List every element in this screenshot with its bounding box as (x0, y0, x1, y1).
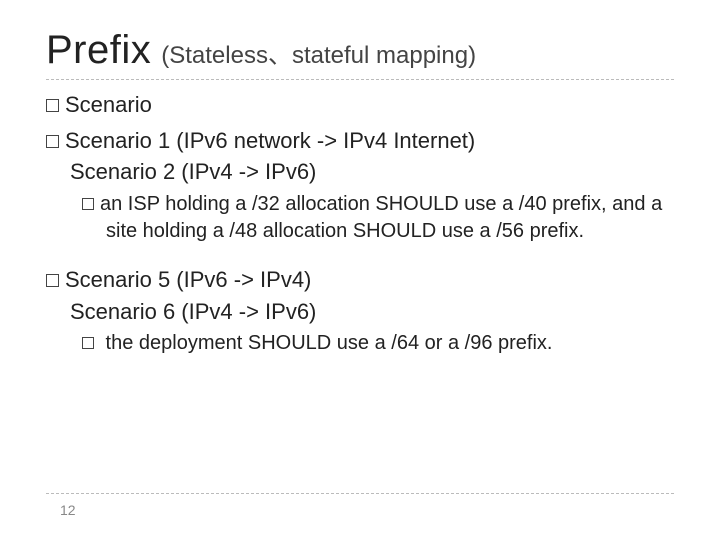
sub-bullet-text: an ISP holding a /32 allocation SHOULD u… (100, 193, 662, 242)
bullet-scenario: Scenario (46, 90, 674, 120)
bullet-box-icon (82, 198, 94, 210)
page-number: 12 (60, 502, 76, 518)
content: Scenario Scenario 1 (IPv6 network -> IPv… (46, 90, 674, 357)
bullet-scenario-2: Scenario 2 (IPv4 -> IPv6) (46, 157, 674, 187)
bullet-text: Scenario 1 (IPv6 network -> IPv4 Interne… (65, 128, 475, 153)
sub-bullet-text: the deployment SHOULD use a /64 or a /96… (100, 332, 552, 354)
bullet-scenario-6: Scenario 6 (IPv4 -> IPv6) (46, 297, 674, 327)
bullet-box-icon (46, 135, 59, 148)
bullet-box-icon (46, 99, 59, 112)
title-sub: (Stateless、stateful mapping) (161, 35, 476, 70)
bullet-text: Scenario 5 (IPv6 -> IPv4) (65, 267, 311, 292)
title-main: Prefix (46, 28, 151, 73)
bullet-text: Scenario 2 (IPv4 -> IPv6) (70, 159, 316, 184)
bullet-box-icon (46, 274, 59, 287)
sub-bullet-isp: an ISP holding a /32 allocation SHOULD u… (46, 191, 674, 245)
bullet-box-icon (82, 337, 94, 349)
bullet-text: Scenario (65, 92, 152, 117)
slide: Prefix (Stateless、stateful mapping) Scen… (0, 0, 720, 540)
title-row: Prefix (Stateless、stateful mapping) (46, 28, 674, 73)
footer-divider (46, 493, 674, 494)
bullet-text: Scenario 6 (IPv4 -> IPv6) (70, 299, 316, 324)
bullet-scenario-1: Scenario 1 (IPv6 network -> IPv4 Interne… (46, 126, 674, 156)
bullet-scenario-5: Scenario 5 (IPv6 -> IPv4) (46, 265, 674, 295)
title-divider (46, 79, 674, 80)
sub-bullet-deployment: the deployment SHOULD use a /64 or a /96… (46, 330, 674, 357)
